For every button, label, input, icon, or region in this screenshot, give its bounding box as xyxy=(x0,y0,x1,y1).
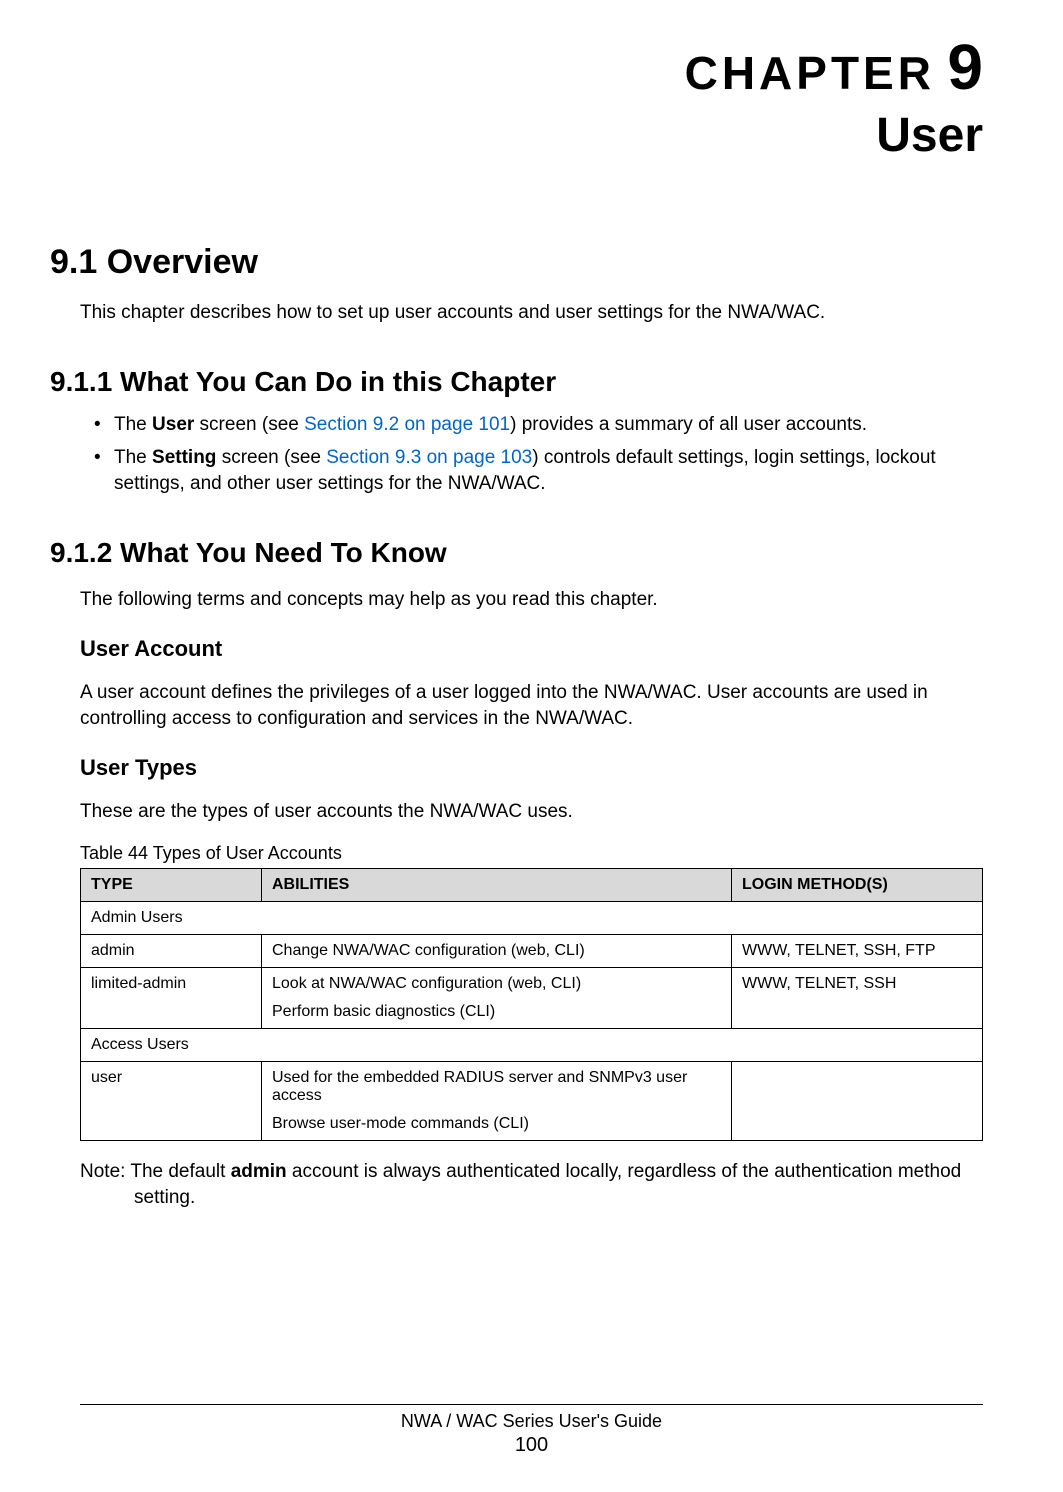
document-page: CHAPTER 9 User 9.1 Overview This chapter… xyxy=(0,0,1063,1492)
chapter-heading-block: CHAPTER 9 User xyxy=(80,0,983,163)
section-9-1-2-para: The following terms and concepts may hel… xyxy=(80,587,983,613)
table-row: admin Change NWA/WAC configuration (web,… xyxy=(81,935,983,968)
table-row: limited-admin Look at NWA/WAC configurat… xyxy=(81,968,983,1029)
cell-ability: Used for the embedded RADIUS server and … xyxy=(262,1062,732,1141)
cell-login xyxy=(732,1062,983,1141)
bold-text: Setting xyxy=(152,447,216,468)
table-group-row: Access Users xyxy=(81,1029,983,1062)
list-item: The User screen (see Section 9.2 on page… xyxy=(100,412,983,438)
section-9-1-1-list: The User screen (see Section 9.2 on page… xyxy=(80,412,983,497)
note-prefix: Note: The default xyxy=(80,1161,231,1182)
text-fragment: screen (see xyxy=(216,447,326,468)
table-caption: Table 44 Types of User Accounts xyxy=(80,843,983,864)
text-fragment: The xyxy=(114,414,152,435)
user-account-para: A user account defines the privileges of… xyxy=(80,680,983,731)
chapter-label: CHAPTER xyxy=(685,47,935,99)
chapter-number: 9 xyxy=(947,31,983,103)
table-row: user Used for the embedded RADIUS server… xyxy=(81,1062,983,1141)
cell-type: limited-admin xyxy=(81,968,262,1029)
user-types-table: TYPE ABILITIES LOGIN METHOD(S) Admin Use… xyxy=(80,868,983,1141)
text-fragment: The xyxy=(114,447,152,468)
table-group-row: Admin Users xyxy=(81,902,983,935)
user-types-para: These are the types of user accounts the… xyxy=(80,799,983,825)
ability-line: Perform basic diagnostics (CLI) xyxy=(272,1003,721,1021)
section-9-1-heading: 9.1 Overview xyxy=(50,243,983,282)
section-9-1-2-heading: 9.1.2 What You Need To Know xyxy=(50,537,983,569)
cell-login: WWW, TELNET, SSH xyxy=(732,968,983,1029)
cross-reference-link[interactable]: Section 9.3 on page 103 xyxy=(326,447,532,468)
section-9-1-para: This chapter describes how to set up use… xyxy=(80,300,983,326)
cell-login: WWW, TELNET, SSH, FTP xyxy=(732,935,983,968)
table-header-type: TYPE xyxy=(81,869,262,902)
table-header-login: LOGIN METHOD(S) xyxy=(732,869,983,902)
page-footer: NWA / WAC Series User's Guide 100 xyxy=(80,1404,983,1457)
table-header-abilities: ABILITIES xyxy=(262,869,732,902)
cell-ability: Change NWA/WAC configuration (web, CLI) xyxy=(262,935,732,968)
table-group-access: Access Users xyxy=(81,1029,983,1062)
chapter-title: User xyxy=(80,108,983,163)
note-bold: admin xyxy=(231,1161,287,1182)
text-fragment: screen (see xyxy=(194,414,304,435)
user-types-heading: User Types xyxy=(80,755,983,781)
ability-line: Used for the embedded RADIUS server and … xyxy=(272,1069,721,1105)
user-account-heading: User Account xyxy=(80,636,983,662)
table-group-admin: Admin Users xyxy=(81,902,983,935)
text-fragment: ) provides a summary of all user account… xyxy=(510,414,867,435)
cell-ability: Look at NWA/WAC configuration (web, CLI)… xyxy=(262,968,732,1029)
footer-guide-title: NWA / WAC Series User's Guide xyxy=(80,1411,983,1432)
ability-line: Look at NWA/WAC configuration (web, CLI) xyxy=(272,975,721,993)
section-9-1-1-heading: 9.1.1 What You Can Do in this Chapter xyxy=(50,366,983,398)
list-item: The Setting screen (see Section 9.3 on p… xyxy=(100,445,983,496)
bold-text: User xyxy=(152,414,194,435)
cell-type: user xyxy=(81,1062,262,1141)
ability-line: Browse user-mode commands (CLI) xyxy=(272,1115,721,1133)
note-text: Note: The default admin account is alway… xyxy=(80,1159,983,1210)
cell-type: admin xyxy=(81,935,262,968)
footer-page-number: 100 xyxy=(80,1434,983,1457)
table-header-row: TYPE ABILITIES LOGIN METHOD(S) xyxy=(81,869,983,902)
cross-reference-link[interactable]: Section 9.2 on page 101 xyxy=(304,414,510,435)
